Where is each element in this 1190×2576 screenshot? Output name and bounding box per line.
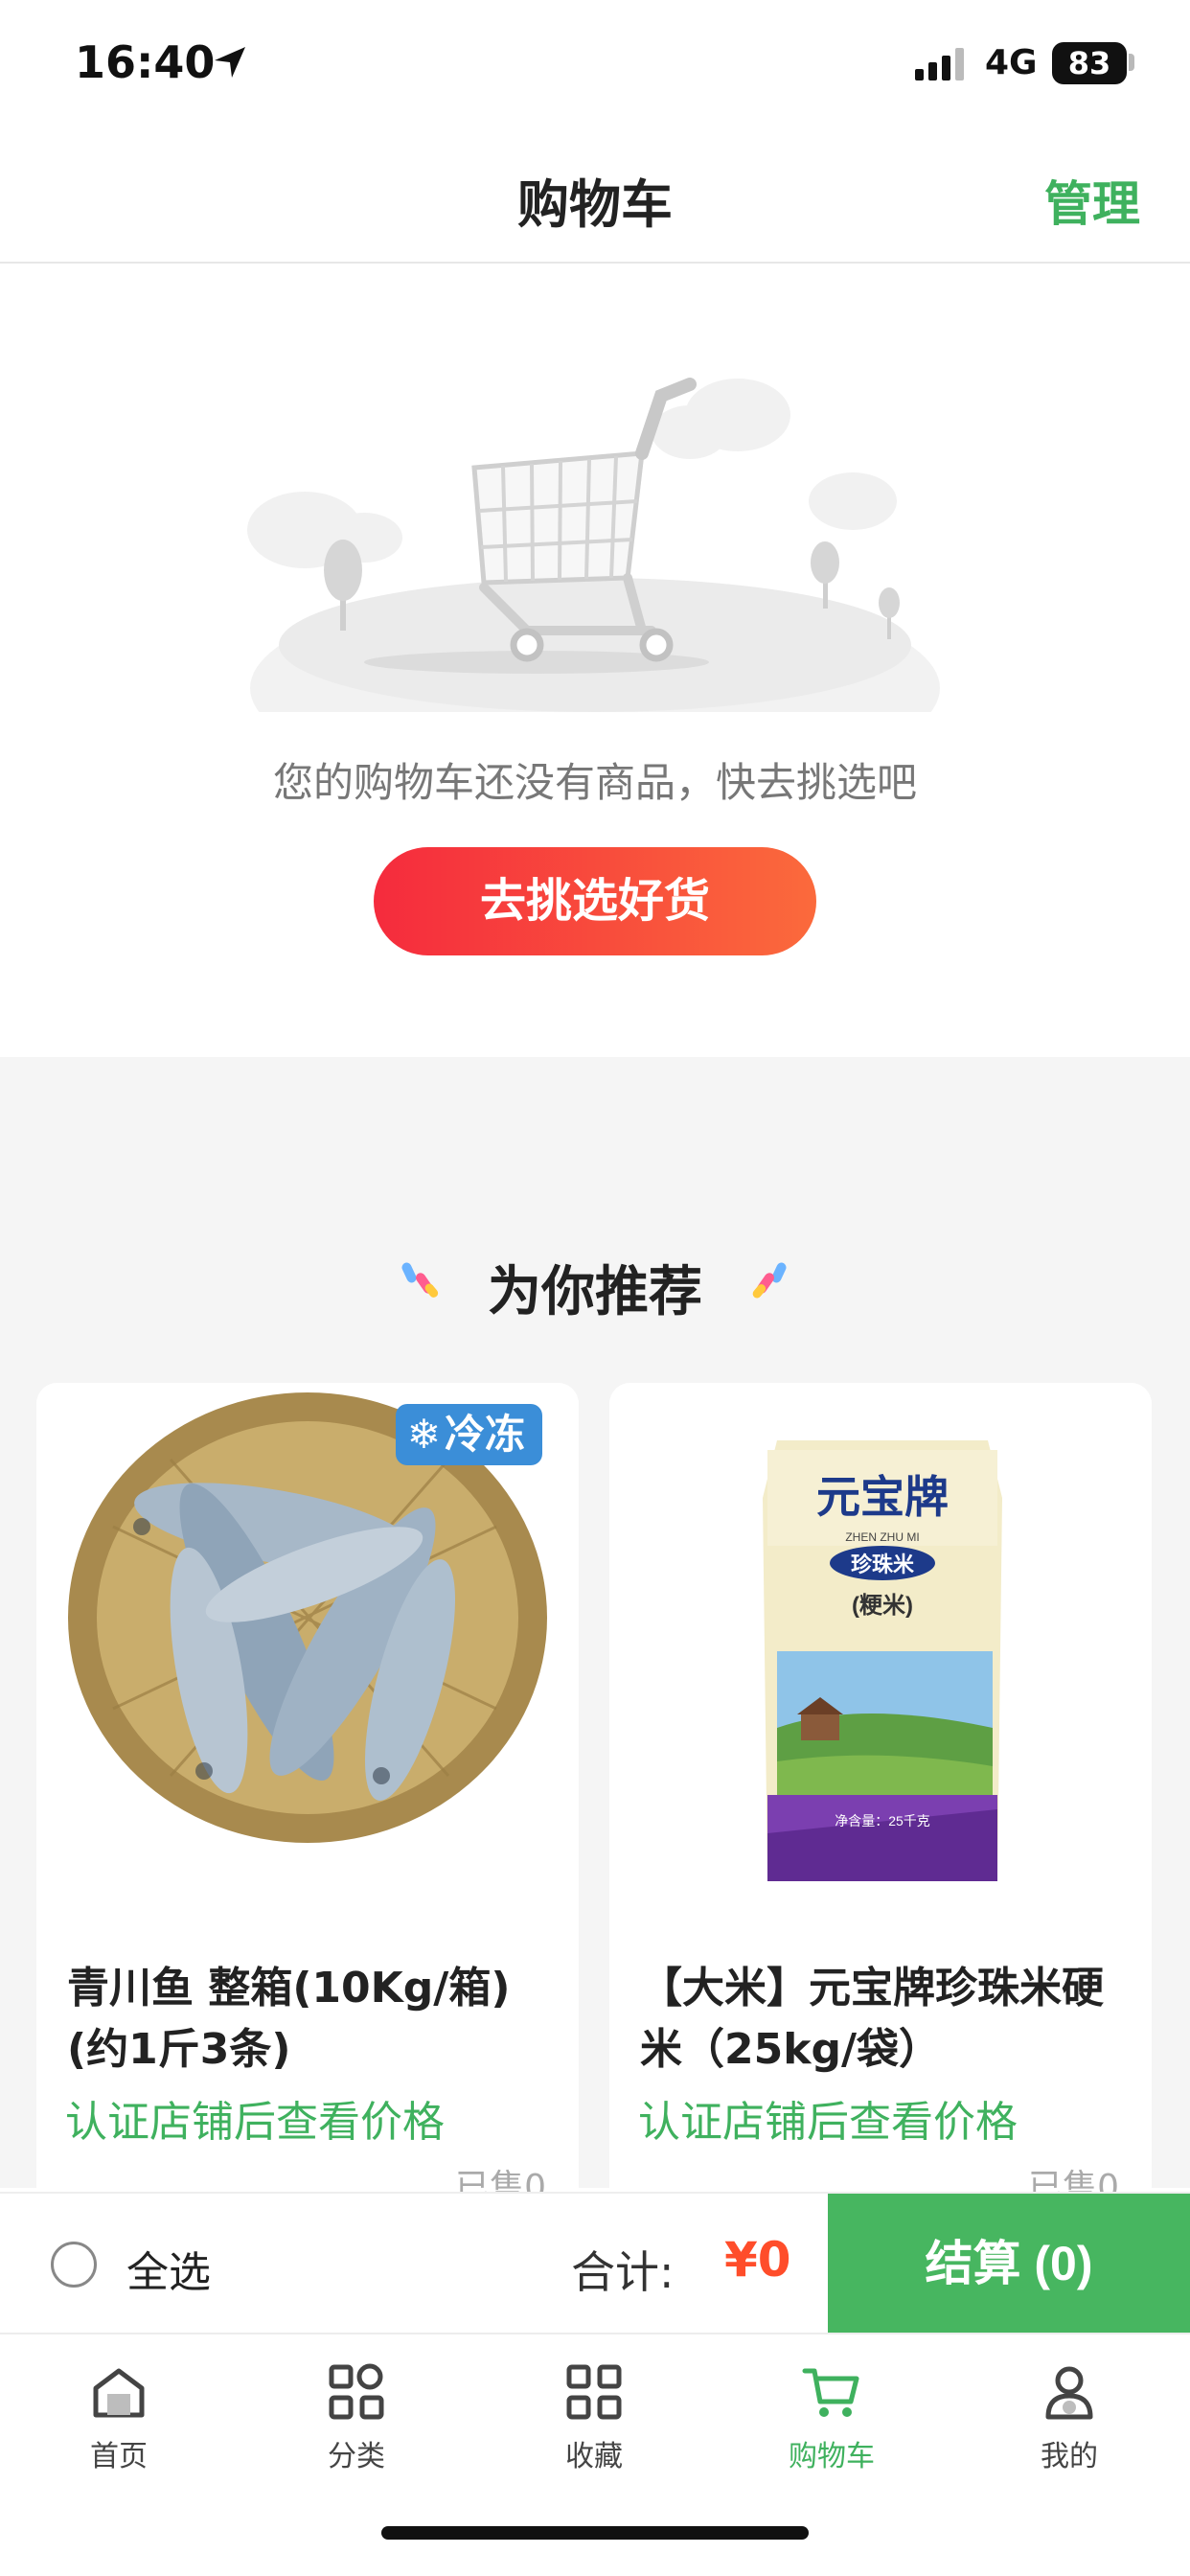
favorites-icon [566, 2364, 622, 2420]
product-price-note: 认证店铺后查看价格 [65, 2098, 445, 2147]
frozen-badge: ❄冷冻 [395, 1404, 542, 1465]
network-type: 4G [985, 43, 1038, 82]
svg-text:ZHEN ZHU MI: ZHEN ZHU MI [845, 1530, 919, 1544]
product-card[interactable]: ❄冷冻 青川鱼 整箱(10Kg/箱)(约1斤3条) 认证店铺后查看价格 已售0 [36, 1383, 579, 2226]
recommend-title: 为你推荐 [488, 1261, 702, 1323]
category-icon [329, 2363, 384, 2420]
tab-label: 分类 [328, 2440, 385, 2473]
go-shopping-button[interactable]: 去挑选好货 [374, 847, 816, 955]
recommend-header: 为你推荐 [0, 1249, 1190, 1325]
empty-cart-illustration [247, 378, 940, 712]
tab-cart[interactable]: 购物车 [713, 2361, 950, 2476]
svg-text:珍珠米: 珍珠米 [851, 1552, 915, 1576]
checkout-button[interactable]: 结算 (0) [828, 2194, 1190, 2334]
tab-label: 购物车 [789, 2440, 875, 2473]
product-card[interactable]: 元宝牌 ZHEN ZHU MI 珍珠米 (粳米) 净含量：25千克 【大米】元宝… [609, 1383, 1152, 2226]
battery-cap-icon [1129, 54, 1134, 71]
home-indicator[interactable] [381, 2526, 809, 2540]
tab-label: 我的 [1041, 2440, 1098, 2473]
product-price-note: 认证店铺后查看价格 [638, 2098, 1018, 2147]
tab-category[interactable]: 分类 [238, 2361, 475, 2476]
profile-icon [1045, 2366, 1093, 2420]
svg-text:净含量：25千克: 净含量：25千克 [835, 1813, 930, 1828]
tab-label: 首页 [90, 2440, 148, 2473]
recommend-section: 为你推荐 ❄冷冻 青川鱼 整箱(10Kg/箱)(约1斤3条) 认证店铺后查看价格… [0, 1057, 1190, 2226]
total-amount: ¥0 [724, 2232, 791, 2288]
select-all-checkbox[interactable] [51, 2242, 97, 2288]
battery-level: 83 [1052, 42, 1127, 84]
tab-favorites[interactable]: 收藏 [475, 2361, 713, 2476]
status-bar: 16:40 4G 83 [0, 0, 1190, 129]
product-name: 青川鱼 整箱(10Kg/箱)(约1斤3条) [67, 1964, 511, 2074]
snowflake-icon: ❄ [406, 1411, 441, 1458]
sparkle-right-icon [752, 1262, 787, 1299]
svg-text:元宝牌: 元宝牌 [816, 1472, 949, 1522]
svg-text:(粳米): (粳米) [852, 1593, 913, 1619]
tab-label: 收藏 [565, 2440, 623, 2473]
empty-cart-section: 您的购物车还没有商品，快去挑选吧 去挑选好货 [0, 265, 1190, 1057]
cart-page: 16:40 4G 83 购物车 管理 您的购物车还没有商品，快去挑选吧 去挑选好… [0, 0, 1190, 2576]
status-time: 16:40 [75, 36, 216, 88]
total-label: 合计: [571, 2246, 675, 2298]
checkout-bar: 全选 合计: ¥0 结算 (0) [0, 2192, 1190, 2334]
home-icon [93, 2368, 145, 2418]
location-arrow-icon [215, 47, 245, 78]
select-all-label[interactable]: 全选 [126, 2238, 211, 2299]
tab-profile[interactable]: 我的 [950, 2361, 1188, 2476]
tab-home[interactable]: 首页 [0, 2361, 238, 2476]
product-name: 【大米】元宝牌珍珠米硬米（25kg/袋） [640, 1964, 1104, 2074]
page-title: 购物车 [517, 174, 673, 235]
empty-cart-message: 您的购物车还没有商品，快去挑选吧 [272, 759, 917, 806]
manage-button[interactable]: 管理 [1044, 166, 1140, 235]
cart-icon [802, 2368, 859, 2417]
cellular-signal-icon [915, 48, 964, 80]
nav-header: 购物车 管理 [0, 129, 1190, 264]
rice-bag-image: 元宝牌 ZHEN ZHU MI 珍珠米 (粳米) 净含量：25千克 [609, 1383, 1152, 1920]
